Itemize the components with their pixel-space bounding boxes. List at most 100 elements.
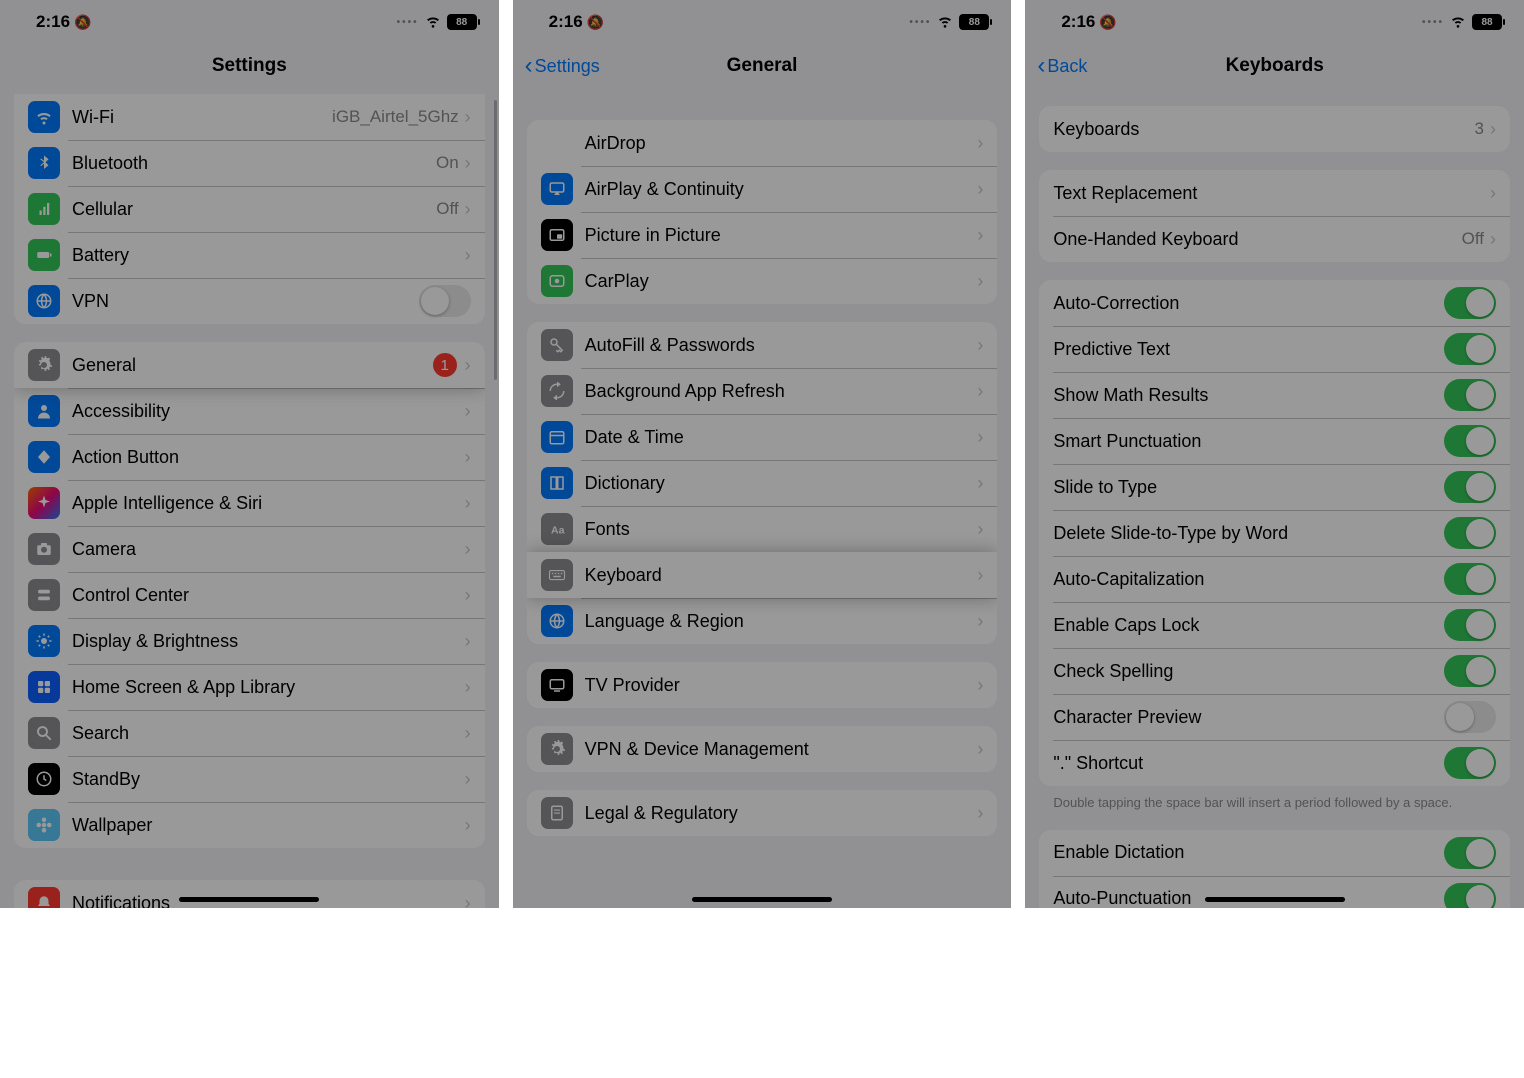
row-notifications[interactable]: Notifications› xyxy=(14,880,485,908)
general-content[interactable]: AirDrop›AirPlay & Continuity›Picture in … xyxy=(513,88,1012,908)
row-airplay[interactable]: AirPlay & Continuity› xyxy=(527,166,998,212)
toggle-spelling[interactable] xyxy=(1444,655,1496,687)
chevron-right-icon: › xyxy=(465,199,471,220)
toggle-shortcut[interactable] xyxy=(1444,747,1496,779)
row-label: Legal & Regulatory xyxy=(585,803,978,824)
row-siri[interactable]: Apple Intelligence & Siri› xyxy=(14,480,485,526)
row-tvprovider[interactable]: TV Provider› xyxy=(527,662,998,708)
toggle-smartpunct[interactable] xyxy=(1444,425,1496,457)
chevron-right-icon: › xyxy=(1490,229,1496,250)
toggle-dictation[interactable] xyxy=(1444,837,1496,869)
row-accessibility[interactable]: Accessibility› xyxy=(14,388,485,434)
row-search[interactable]: Search› xyxy=(14,710,485,756)
row-battery[interactable]: Battery› xyxy=(14,232,485,278)
toggle-deleteslide[interactable] xyxy=(1444,517,1496,549)
home-indicator[interactable] xyxy=(1205,897,1345,902)
chevron-right-icon: › xyxy=(465,677,471,698)
row-general[interactable]: General1› xyxy=(14,342,485,388)
row-shortcut[interactable]: "." Shortcut xyxy=(1039,740,1510,786)
toggle-capslock[interactable] xyxy=(1444,609,1496,641)
row-fonts[interactable]: Fonts› xyxy=(527,506,998,552)
row-label: Enable Caps Lock xyxy=(1053,615,1444,636)
row-charpreview[interactable]: Character Preview xyxy=(1039,694,1510,740)
row-smartpunct[interactable]: Smart Punctuation xyxy=(1039,418,1510,464)
row-display[interactable]: Display & Brightness› xyxy=(14,618,485,664)
cellular-dots-icon: •••• xyxy=(909,17,931,28)
cellular-dots-icon: •••• xyxy=(1422,17,1444,28)
toggle-autocorrect[interactable] xyxy=(1444,287,1496,319)
settings-content[interactable]: Wi-FiiGB_Airtel_5Ghz›BluetoothOn›Cellula… xyxy=(0,88,499,908)
row-keyboards[interactable]: Keyboards3› xyxy=(1039,106,1510,152)
row-wallpaper[interactable]: Wallpaper› xyxy=(14,802,485,848)
badge: 1 xyxy=(433,353,457,377)
chevron-right-icon: › xyxy=(977,427,983,448)
row-language[interactable]: Language & Region› xyxy=(527,598,998,644)
row-vpnmgmt[interactable]: VPN & Device Management› xyxy=(527,726,998,772)
page-title: General xyxy=(727,55,798,77)
row-controlcenter[interactable]: Control Center› xyxy=(14,572,485,618)
row-autocorrect[interactable]: Auto-Correction xyxy=(1039,280,1510,326)
row-homescreen[interactable]: Home Screen & App Library› xyxy=(14,664,485,710)
row-label: Action Button xyxy=(72,447,465,468)
chevron-right-icon: › xyxy=(465,401,471,422)
toggle-charpreview[interactable] xyxy=(1444,701,1496,733)
switches-icon xyxy=(28,579,60,611)
home-indicator[interactable] xyxy=(692,897,832,902)
row-autocap[interactable]: Auto-Capitalization xyxy=(1039,556,1510,602)
dnd-icon: 🔕 xyxy=(1099,14,1116,31)
wifi-icon xyxy=(425,13,441,32)
row-keyboard[interactable]: Keyboard› xyxy=(527,552,998,598)
row-autopunct[interactable]: Auto-Punctuation xyxy=(1039,876,1510,908)
row-label: Picture in Picture xyxy=(585,225,978,246)
row-label: Apple Intelligence & Siri xyxy=(72,493,465,514)
row-vpn[interactable]: VPN xyxy=(14,278,485,324)
toggle-predictive[interactable] xyxy=(1444,333,1496,365)
row-capslock[interactable]: Enable Caps Lock xyxy=(1039,602,1510,648)
row-standby[interactable]: StandBy› xyxy=(14,756,485,802)
battery-icon: 88 xyxy=(447,14,477,30)
row-bluetooth[interactable]: BluetoothOn› xyxy=(14,140,485,186)
row-label: Battery xyxy=(72,245,465,266)
navbar: Settings xyxy=(0,44,499,88)
grid-icon xyxy=(28,671,60,703)
toggle-autocap[interactable] xyxy=(1444,563,1496,595)
system-group: AutoFill & Passwords›Background App Refr… xyxy=(527,322,998,644)
row-deleteslide[interactable]: Delete Slide-to-Type by Word xyxy=(1039,510,1510,556)
row-label: "." Shortcut xyxy=(1053,753,1444,774)
row-cellular[interactable]: CellularOff› xyxy=(14,186,485,232)
row-airdrop[interactable]: AirDrop› xyxy=(527,120,998,166)
row-wifi[interactable]: Wi-FiiGB_Airtel_5Ghz› xyxy=(14,94,485,140)
row-slidetype[interactable]: Slide to Type xyxy=(1039,464,1510,510)
row-carplay[interactable]: CarPlay› xyxy=(527,258,998,304)
row-value: iGB_Airtel_5Ghz xyxy=(332,107,459,127)
search-icon xyxy=(28,717,60,749)
row-camera[interactable]: Camera› xyxy=(14,526,485,572)
row-datetime[interactable]: Date & Time› xyxy=(527,414,998,460)
airdrop-icon xyxy=(541,127,573,159)
toggle-slidetype[interactable] xyxy=(1444,471,1496,503)
back-button[interactable]: ‹ Settings xyxy=(525,54,600,78)
row-actionbutton[interactable]: Action Button› xyxy=(14,434,485,480)
toggle-autopunct[interactable] xyxy=(1444,883,1496,908)
chevron-right-icon: › xyxy=(977,473,983,494)
back-button[interactable]: ‹ Back xyxy=(1037,54,1087,78)
row-spelling[interactable]: Check Spelling xyxy=(1039,648,1510,694)
toggle-vpn[interactable] xyxy=(419,285,471,317)
row-math[interactable]: Show Math Results xyxy=(1039,372,1510,418)
row-textreplace[interactable]: Text Replacement› xyxy=(1039,170,1510,216)
home-indicator[interactable] xyxy=(179,897,319,902)
row-autofill[interactable]: AutoFill & Passwords› xyxy=(527,322,998,368)
row-legal[interactable]: Legal & Regulatory› xyxy=(527,790,998,836)
status-time: 2:16 xyxy=(1061,12,1095,32)
toggle-math[interactable] xyxy=(1444,379,1496,411)
chevron-right-icon: › xyxy=(465,585,471,606)
row-dictation[interactable]: Enable Dictation xyxy=(1039,830,1510,876)
row-predictive[interactable]: Predictive Text xyxy=(1039,326,1510,372)
keyboards-content[interactable]: Keyboards3› Text Replacement›One-Handed … xyxy=(1025,88,1524,908)
row-pip[interactable]: Picture in Picture› xyxy=(527,212,998,258)
vpn-group: VPN & Device Management› xyxy=(527,726,998,772)
row-onehand[interactable]: One-Handed KeyboardOff› xyxy=(1039,216,1510,262)
row-dictionary[interactable]: Dictionary› xyxy=(527,460,998,506)
row-bgrefresh[interactable]: Background App Refresh› xyxy=(527,368,998,414)
scrollbar[interactable] xyxy=(494,100,497,380)
